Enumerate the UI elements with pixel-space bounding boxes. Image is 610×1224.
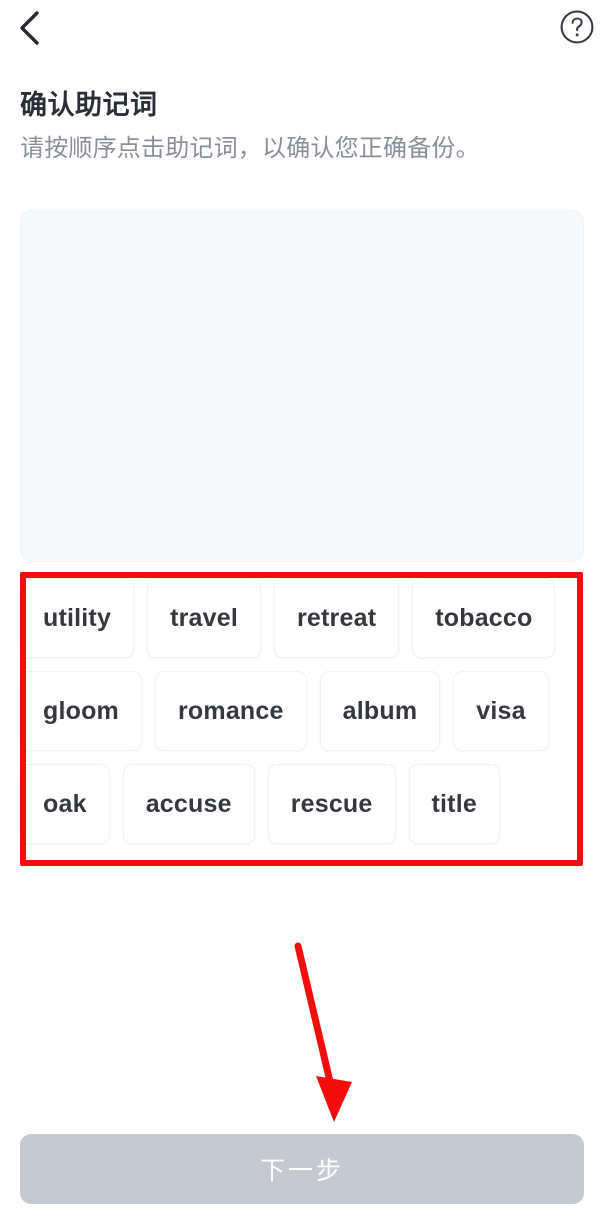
word-chip[interactable]: romance bbox=[155, 671, 307, 751]
word-chip[interactable]: travel bbox=[147, 578, 261, 658]
word-chip[interactable]: title bbox=[408, 764, 500, 844]
word-chip[interactable]: gloom bbox=[20, 671, 142, 751]
word-chip[interactable]: tobacco bbox=[412, 578, 556, 658]
chevron-left-icon bbox=[17, 9, 43, 47]
page-title: 确认助记词 bbox=[20, 90, 158, 120]
help-button[interactable] bbox=[556, 6, 598, 48]
word-chip[interactable]: rescue bbox=[267, 764, 396, 844]
selected-words-panel[interactable] bbox=[20, 210, 584, 562]
word-bank-row: oak accuse rescue title bbox=[20, 764, 584, 844]
word-chip[interactable]: retreat bbox=[274, 578, 400, 658]
question-mark-circle-icon bbox=[559, 9, 595, 45]
word-bank: utility travel retreat tobacco gloom rom… bbox=[20, 578, 584, 844]
word-bank-rows: utility travel retreat tobacco gloom rom… bbox=[20, 578, 584, 844]
word-chip[interactable]: album bbox=[319, 671, 441, 751]
word-bank-row: utility travel retreat tobacco bbox=[20, 578, 584, 658]
selected-words-list bbox=[21, 211, 583, 561]
navbar bbox=[0, 0, 610, 58]
word-chip[interactable]: utility bbox=[20, 578, 135, 658]
page-subtitle: 请按顺序点击助记词，以确认您正确备份。 bbox=[20, 135, 480, 162]
annotation-arrow-icon bbox=[280, 930, 370, 1130]
word-chip[interactable]: accuse bbox=[122, 764, 255, 844]
next-button[interactable]: 下一步 bbox=[20, 1134, 584, 1204]
word-chip[interactable]: oak bbox=[20, 764, 110, 844]
word-chip[interactable]: visa bbox=[453, 671, 549, 751]
back-button[interactable] bbox=[6, 4, 54, 52]
word-bank-row: gloom romance album visa bbox=[20, 671, 584, 751]
